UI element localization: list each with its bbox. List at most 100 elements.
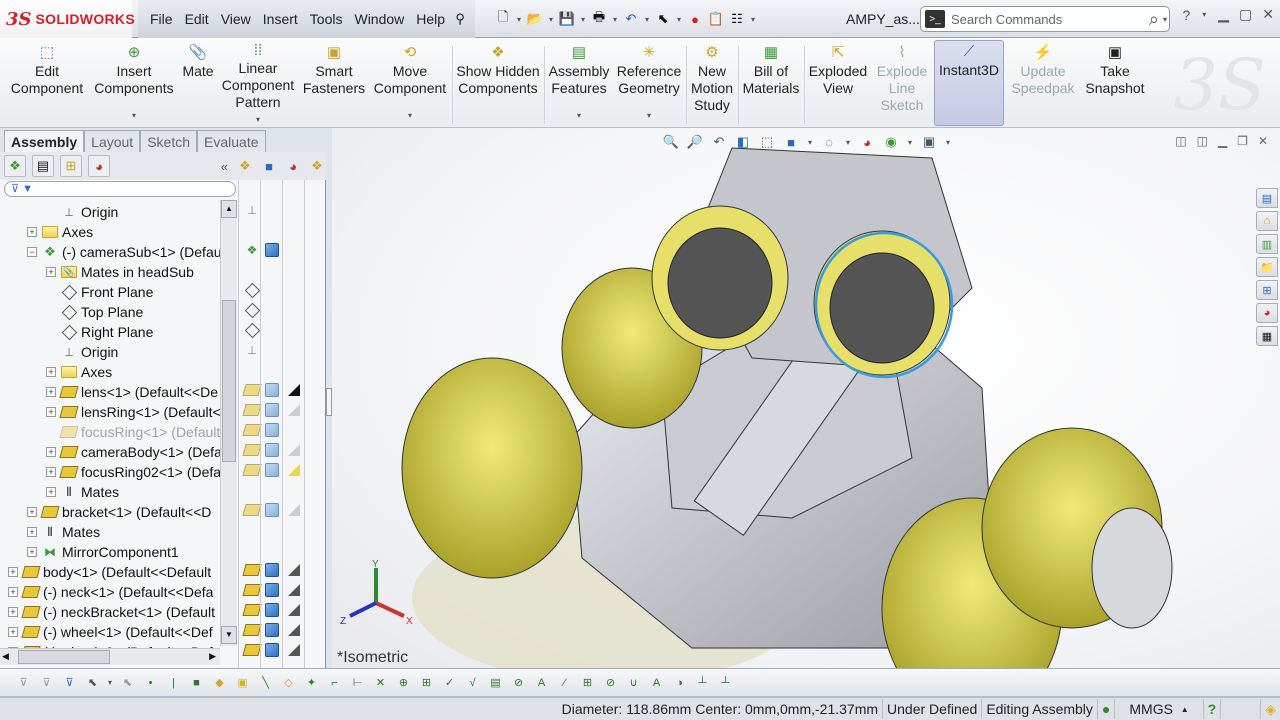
zoom-to-fit-icon[interactable]: 🔍 (662, 133, 680, 151)
expand-toggle[interactable]: + (27, 507, 37, 517)
tree-item[interactable]: + Axes (27, 222, 93, 242)
assembly-features-button[interactable]: ▤ Assembly Features ▾ (548, 42, 610, 126)
display-mode-icon[interactable] (264, 622, 280, 638)
search-commands-field[interactable]: >_ Search Commands ⌕ ▾ (920, 6, 1170, 32)
menu-help[interactable]: Help (410, 11, 451, 27)
configuration-manager-tab-icon[interactable]: ⊞ (60, 155, 82, 177)
linear-pattern-dropdown[interactable]: ▾ (256, 111, 260, 128)
help-icon[interactable]: ? (1182, 7, 1190, 23)
hide-show-icon[interactable] (242, 642, 262, 658)
filter-datum-targets-icon[interactable]: ⊞ (578, 673, 597, 692)
hide-show-icon[interactable] (242, 622, 262, 638)
mate-button[interactable]: 📎 Mate (180, 42, 216, 126)
display-mode-column-icon[interactable]: ■ (260, 157, 278, 175)
filter-cosmetic-threads-icon[interactable]: ⊘ (601, 673, 620, 692)
invert-selection-icon[interactable]: ⬉ (118, 673, 137, 692)
solidworks-resources-icon[interactable]: ▤ (1256, 188, 1278, 208)
scroll-thumb[interactable] (222, 300, 236, 462)
explode-line-sketch-button[interactable]: ⌇ Explode Line Sketch (872, 42, 932, 126)
appearances-icon[interactable]: ◕ (1256, 303, 1278, 323)
appearance-icon[interactable] (286, 562, 302, 578)
appearance-icon[interactable] (286, 622, 302, 638)
feature-tree-filter[interactable]: ⊽ ▼ (4, 181, 236, 197)
take-snapshot-button[interactable]: ▣ Take Snapshot (1080, 42, 1150, 126)
tab-layout[interactable]: Layout (84, 130, 141, 152)
select-arrow-icon[interactable]: ⬉ (654, 10, 672, 28)
scene-dropdown[interactable]: ▾ (906, 138, 914, 147)
custom-properties-icon[interactable]: ▦ (1256, 326, 1278, 346)
tree-item[interactable]: + ⫴ Mates (27, 522, 100, 542)
tab-sketch[interactable]: Sketch (140, 130, 198, 152)
scroll-right-arrow[interactable]: ▶ (209, 651, 216, 662)
plane-visibility-icon[interactable] (244, 302, 260, 318)
hide-show-icon[interactable] (242, 402, 262, 418)
reference-geometry-dropdown[interactable]: ▾ (647, 107, 651, 124)
show-hidden-components-button[interactable]: ❖ Show Hidden Components (456, 42, 540, 126)
tree-item[interactable]: + focusRing02<1> (Defa (46, 462, 220, 482)
expand-toggle[interactable]: + (8, 587, 18, 597)
transparency-column-icon[interactable]: ❖ (308, 157, 326, 175)
unit-system-selector[interactable]: MMGS ▲ (1114, 699, 1202, 719)
tag-icon[interactable]: ◈ (1260, 699, 1280, 719)
file-explorer-icon[interactable]: 📁 (1256, 257, 1278, 277)
hide-show-dropdown[interactable]: ▾ (844, 138, 852, 147)
filter-dimensions-icon[interactable]: ⊞ (417, 673, 436, 692)
appearance-icon[interactable] (286, 442, 302, 458)
close-button[interactable]: ✕ (1262, 6, 1274, 23)
move-component-button[interactable]: ⟲ Move Component ▾ (370, 42, 450, 126)
scroll-left-arrow[interactable]: ◀ (2, 651, 9, 662)
tree-item[interactable]: + ⧓ MirrorComponent1 (27, 542, 179, 562)
filter-geometric-tolerance-icon[interactable]: √ (463, 673, 482, 692)
filter-notes-icon[interactable]: ▤ (486, 673, 505, 692)
tree-vertical-scrollbar[interactable]: ▲ ▼ (220, 200, 237, 646)
hide-show-icon[interactable]: ❖ (244, 242, 260, 258)
maximize-button[interactable]: ▢ (1239, 6, 1252, 23)
insert-components-dropdown[interactable]: ▾ (132, 107, 136, 124)
tab-evaluate[interactable]: Evaluate (197, 130, 266, 152)
tree-horizontal-scrollbar[interactable]: ◀ ▶ (0, 648, 220, 665)
hide-show-icon[interactable] (242, 502, 262, 518)
print-icon[interactable]: 🖶 (590, 9, 608, 28)
select-all-filters-icon[interactable]: ⬉ (83, 673, 102, 692)
scroll-thumb[interactable] (18, 650, 110, 664)
rebuild-traffic-light-icon[interactable]: ● (686, 10, 704, 28)
select-dropdown[interactable]: ▾ (675, 15, 683, 24)
pin-icon[interactable]: ⚲ (451, 10, 469, 28)
collapse-pane-icon[interactable]: « (221, 159, 228, 174)
quick-tips-icon[interactable]: ? (1202, 699, 1221, 719)
edit-appearance-icon[interactable]: ◕ (858, 133, 876, 151)
filter-center-marks-icon[interactable]: ✕ (371, 673, 390, 692)
scroll-down-arrow[interactable]: ▼ (221, 626, 237, 644)
help-dropdown[interactable]: ▾ (1200, 10, 1208, 19)
section-view-icon[interactable]: ◧ (734, 133, 752, 151)
filter-surface-finish-icon[interactable]: ✓ (440, 673, 459, 692)
tree-item[interactable]: Right Plane (46, 322, 153, 342)
tree-item[interactable]: − ❖ (-) cameraSub<1> (Defau (27, 242, 220, 262)
hide-show-icon[interactable] (242, 422, 262, 438)
display-style-dropdown[interactable]: ▾ (806, 138, 814, 147)
menu-file[interactable]: File (144, 11, 179, 27)
new-dropdown[interactable]: ▾ (515, 15, 523, 24)
view-palette-icon[interactable]: ⊞ (1256, 280, 1278, 300)
viewport-minimize-button[interactable]: ▁ (1218, 134, 1227, 148)
select-filter-dropdown[interactable]: ▾ (106, 678, 114, 687)
tree-item[interactable]: + Axes (46, 362, 112, 382)
options-dropdown[interactable]: ▾ (749, 15, 757, 24)
bill-of-materials-button[interactable]: ▦ Bill of Materials (742, 42, 800, 126)
scroll-up-arrow[interactable]: ▲ (221, 200, 237, 218)
solidworks-logo[interactable]: 3S SOLIDWORKS (0, 0, 135, 38)
filter-axes-icon[interactable]: ╲ (256, 673, 275, 692)
display-mode-icon[interactable] (264, 642, 280, 658)
filter-faces-icon[interactable]: ■ (187, 673, 206, 692)
tree-item[interactable]: ⊥ Origin (46, 342, 118, 362)
hide-show-icon[interactable] (242, 602, 262, 618)
edit-component-button[interactable]: ⬚ Edit Component (8, 42, 86, 126)
display-mode-icon[interactable] (264, 462, 280, 478)
hide-show-icon[interactable] (242, 382, 262, 398)
expand-toggle[interactable]: + (46, 267, 56, 277)
apply-scene-icon[interactable]: ◉ (882, 133, 900, 151)
options-icon[interactable]: ☷ (728, 10, 746, 28)
filter-mid-points-icon[interactable]: ┴ (716, 673, 735, 692)
expand-toggle[interactable]: + (8, 567, 18, 577)
expand-toggle[interactable]: + (46, 447, 56, 457)
